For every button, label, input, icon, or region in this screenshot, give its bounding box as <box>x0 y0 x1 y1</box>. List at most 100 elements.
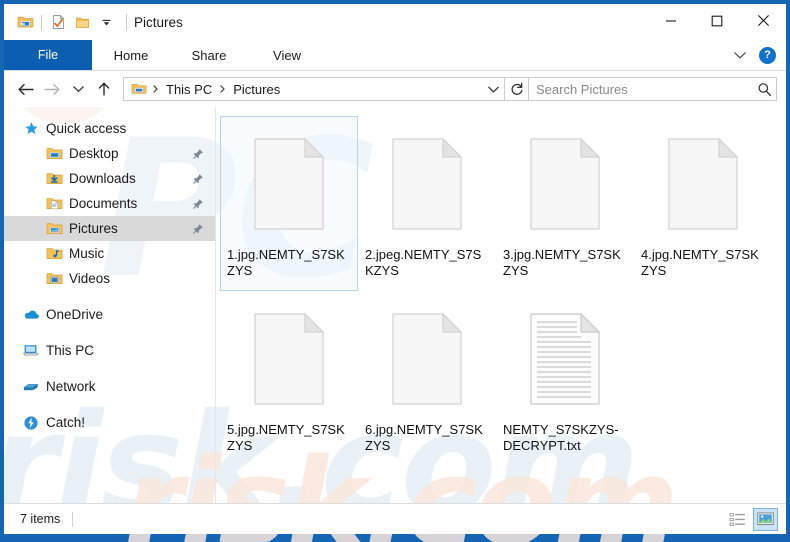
file-grid: 1.jpg.NEMTY_S7SKZYS 2.jpeg.NEMTY_S7SKZYS <box>220 116 786 466</box>
file-name: 3.jpg.NEMTY_S7SKZYS <box>503 247 621 278</box>
tab-view[interactable]: View <box>248 40 326 70</box>
sidebar-item-label: Network <box>46 379 96 394</box>
file-name: NEMTY_S7SKZYS-DECRYPT.txt <box>503 422 619 453</box>
sidebar-item-label: Music <box>69 246 105 261</box>
customize-dropdown-icon[interactable] <box>94 10 118 34</box>
explorer-content: Quick access Desktop Downloads Documents… <box>4 107 786 503</box>
file-item[interactable]: 2.jpeg.NEMTY_S7SKZYS <box>358 116 496 291</box>
explorer-icon[interactable] <box>13 10 37 34</box>
file-item[interactable]: 6.jpg.NEMTY_S7SKZYS <box>358 291 496 466</box>
forward-button[interactable] <box>39 76 65 102</box>
file-explorer-window: PC risk.com risk.com Pictures File Home … <box>0 0 790 542</box>
text-file-icon <box>517 300 613 418</box>
address-bar: This PC Pictures Search Pictures <box>4 71 786 107</box>
sidebar-item-downloads[interactable]: Downloads <box>4 166 215 191</box>
search-input[interactable]: Search Pictures <box>529 82 752 97</box>
breadcrumb-item-pictures[interactable]: Pictures <box>229 82 284 97</box>
sidebar-item-this-pc[interactable]: This PC <box>4 338 215 363</box>
sidebar-item-label: Documents <box>69 196 138 211</box>
breadcrumb-separator-2[interactable] <box>217 84 228 94</box>
tab-home[interactable]: Home <box>92 40 170 70</box>
status-separator <box>72 511 74 527</box>
documents-folder-icon <box>44 194 64 214</box>
file-item[interactable]: 3.jpg.NEMTY_S7SKZYS <box>496 116 634 291</box>
downloads-folder-icon <box>44 169 64 189</box>
pin-icon[interactable] <box>191 147 205 161</box>
sidebar-item-desktop[interactable]: Desktop <box>4 141 215 166</box>
sidebar-item-label: Catch! <box>46 415 86 430</box>
file-name: 5.jpg.NEMTY_S7SKZYS <box>227 422 345 453</box>
sidebar-item-label: This PC <box>46 343 95 358</box>
ribbon-tab-bar: File Home Share View ? <box>4 40 786 71</box>
sidebar-item-videos[interactable]: Videos <box>4 266 215 291</box>
navigation-pane: Quick access Desktop Downloads Documents… <box>4 107 216 503</box>
file-name: 1.jpg.NEMTY_S7SKZYS <box>227 247 345 278</box>
breadcrumb: This PC Pictures <box>124 82 482 97</box>
item-count-label: 7 items <box>20 512 61 526</box>
pin-icon[interactable] <box>191 222 205 236</box>
breadcrumb-bar[interactable]: This PC Pictures <box>123 77 505 101</box>
sidebar-item-network[interactable]: Network <box>4 374 215 399</box>
sidebar-item-documents[interactable]: Documents <box>4 191 215 216</box>
breadcrumb-folder-icon[interactable] <box>129 82 149 96</box>
refresh-button[interactable] <box>505 77 529 101</box>
maximize-button[interactable] <box>694 4 740 37</box>
sidebar-item-music[interactable]: Music <box>4 241 215 266</box>
status-bar: 7 items <box>4 503 786 534</box>
minimize-button[interactable] <box>648 4 694 37</box>
view-mode-buttons <box>725 507 778 531</box>
sidebar-item-label: Pictures <box>69 221 118 236</box>
file-list-pane[interactable]: 1.jpg.NEMTY_S7SKZYS 2.jpeg.NEMTY_S7SKZYS <box>216 107 786 503</box>
quick-access-toolbar <box>4 10 118 34</box>
tab-share[interactable]: Share <box>170 40 248 70</box>
help-icon[interactable]: ? <box>759 46 776 64</box>
file-item[interactable]: 5.jpg.NEMTY_S7SKZYS <box>220 291 358 466</box>
new-folder-icon[interactable] <box>70 10 94 34</box>
breadcrumb-separator-1[interactable] <box>150 84 161 94</box>
ribbon-right-controls: ? <box>731 40 786 70</box>
pin-icon[interactable] <box>191 197 205 211</box>
sidebar-item-quick-access[interactable]: Quick access <box>4 116 215 141</box>
pin-icon[interactable] <box>191 172 205 186</box>
file-item[interactable]: NEMTY_S7SKZYS-DECRYPT.txt <box>496 291 634 466</box>
file-name: 6.jpg.NEMTY_S7SKZYS <box>365 422 483 453</box>
search-icon[interactable] <box>752 82 776 97</box>
sidebar-item-catch[interactable]: Catch! <box>4 410 215 435</box>
address-dropdown-icon[interactable] <box>482 78 504 100</box>
title-bar: Pictures <box>4 4 786 40</box>
blank-file-icon <box>655 125 751 243</box>
sidebar-item-pictures[interactable]: Pictures <box>4 216 215 241</box>
sidebar-item-label: OneDrive <box>46 307 104 322</box>
sidebar-item-label: Videos <box>69 271 111 286</box>
breadcrumb-item-this-pc[interactable]: This PC <box>162 82 216 97</box>
properties-icon[interactable] <box>46 10 70 34</box>
file-item[interactable]: 1.jpg.NEMTY_S7SKZYS <box>220 116 358 291</box>
tab-file[interactable]: File <box>4 40 92 70</box>
star-icon <box>21 119 41 139</box>
search-box[interactable]: Search Pictures <box>529 77 777 101</box>
sidebar-item-onedrive[interactable]: OneDrive <box>4 302 215 327</box>
back-button[interactable] <box>13 76 39 102</box>
sidebar-item-label: Downloads <box>69 171 136 186</box>
pictures-folder-icon <box>44 219 64 239</box>
up-button[interactable] <box>91 76 117 102</box>
blank-file-icon <box>241 125 337 243</box>
window-title: Pictures <box>134 14 183 30</box>
details-view-button[interactable] <box>725 508 750 531</box>
desktop-folder-icon <box>44 144 64 164</box>
recent-locations-icon[interactable] <box>65 76 91 102</box>
blank-file-icon <box>517 125 613 243</box>
large-icons-view-button[interactable] <box>753 507 778 531</box>
file-name: 4.jpg.NEMTY_S7SKZYS <box>641 247 759 278</box>
this-pc-icon <box>21 341 41 361</box>
blank-file-icon <box>241 300 337 418</box>
file-item[interactable]: 4.jpg.NEMTY_S7SKZYS <box>634 116 772 291</box>
close-button[interactable] <box>740 4 786 37</box>
catch-icon <box>21 413 41 433</box>
music-folder-icon <box>44 244 64 264</box>
chevron-down-icon[interactable] <box>731 46 749 64</box>
